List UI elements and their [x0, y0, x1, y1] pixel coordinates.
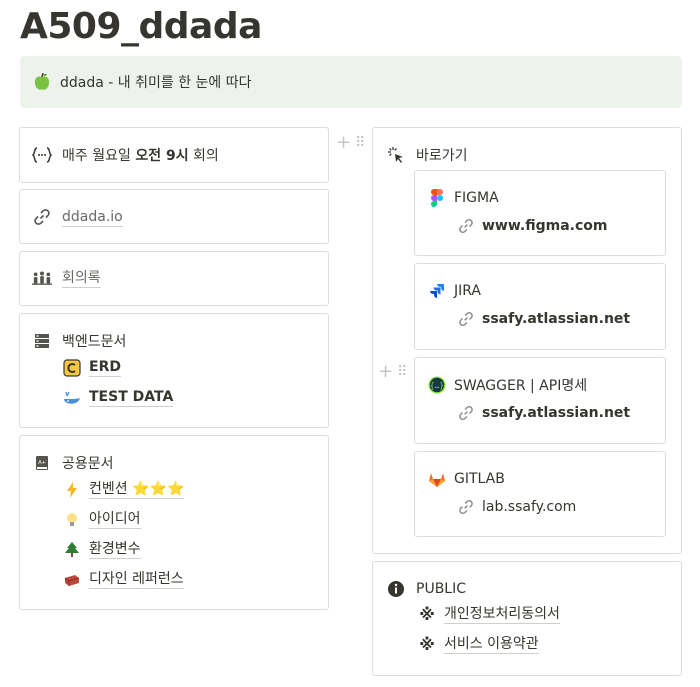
gitlab-url[interactable]: lab.ssafy.com: [482, 499, 576, 515]
svg-text:A+: A+: [38, 460, 46, 466]
drag-dots-icon[interactable]: ⠿: [397, 364, 407, 380]
terms-link[interactable]: 서비스 이용약관: [444, 635, 539, 654]
info-icon: [386, 579, 406, 599]
book-icon: A+: [32, 453, 52, 473]
erd-icon: [63, 358, 81, 377]
minutes-link[interactable]: 회의록: [62, 269, 101, 288]
callout-text: ddada - 내 취미를 한 눈에 따다: [60, 75, 252, 91]
jira-card[interactable]: [414, 263, 666, 350]
swagger-name: SWAGGER | API명세: [454, 378, 588, 394]
link-icon: [458, 499, 474, 515]
swagger-url-row[interactable]: ssafy.atlassian.net: [458, 405, 630, 421]
backend-item-erd[interactable]: ERD: [63, 358, 121, 377]
jira-title-row: JIRA: [428, 281, 481, 301]
gitlab-name: GITLAB: [454, 471, 505, 487]
public-item-terms[interactable]: ※ 서비스 이용약관: [418, 635, 539, 654]
erd-link[interactable]: ERD: [89, 358, 121, 377]
link-icon: [458, 405, 474, 421]
backend-header: 백엔드문서: [32, 331, 126, 351]
plus-icon[interactable]: +: [378, 361, 393, 382]
shared-item-convention[interactable]: 컨벤션 ⭐⭐⭐: [63, 480, 185, 499]
figma-card[interactable]: [414, 170, 666, 256]
shared-item-env[interactable]: 환경변수: [63, 540, 141, 559]
swagger-card[interactable]: [414, 357, 666, 444]
swagger-url[interactable]: ssafy.atlassian.net: [482, 405, 630, 421]
whale-icon: [63, 389, 81, 407]
shortcuts-title: 바로가기: [416, 148, 468, 164]
link-icon: [458, 218, 474, 234]
swagger-icon: {…}: [428, 375, 446, 395]
link-icon: [458, 311, 474, 327]
meeting-time: 오전 9시: [135, 148, 189, 164]
shared-header: A+ 공용문서: [32, 453, 114, 473]
page-title: A509_ddada: [20, 6, 262, 47]
meeting-row: 매주 월요일 오전 9시 회의: [32, 145, 219, 165]
public-item-privacy[interactable]: ※ 개인정보처리동의서: [418, 605, 560, 624]
shared-item-idea[interactable]: 아이디어: [63, 510, 141, 529]
idea-link[interactable]: 아이디어: [89, 510, 141, 529]
minutes-row[interactable]: 회의록: [32, 268, 101, 288]
reference-mark-icon: ※: [419, 635, 435, 654]
backend-item-testdata[interactable]: TEST DATA: [63, 388, 174, 407]
drag-dots-icon[interactable]: ⠿: [355, 135, 365, 151]
gitlab-icon: [428, 469, 446, 489]
jira-icon: [428, 281, 446, 301]
site-link[interactable]: ddada.io: [62, 208, 123, 227]
figma-url[interactable]: www.figma.com: [482, 218, 607, 234]
jira-url[interactable]: ssafy.atlassian.net: [482, 311, 630, 327]
gitlab-card[interactable]: [414, 451, 666, 537]
code-braces-icon: [32, 145, 52, 165]
convention-link[interactable]: 컨벤션 ⭐⭐⭐: [89, 480, 185, 499]
shared-title: 공용문서: [62, 456, 114, 472]
jira-name: JIRA: [454, 283, 481, 299]
plus-icon[interactable]: +: [336, 132, 351, 153]
backend-title: 백엔드문서: [62, 334, 127, 350]
figma-url-row[interactable]: www.figma.com: [458, 218, 607, 234]
public-title: PUBLIC: [416, 581, 466, 597]
people-icon: [32, 268, 52, 288]
gitlab-title-row: GITLAB: [428, 469, 505, 489]
column-drag-handle[interactable]: + ⠿: [336, 132, 365, 153]
env-link[interactable]: 환경변수: [89, 540, 141, 559]
brick-icon: [63, 571, 81, 589]
figma-icon: [428, 188, 446, 208]
meeting-prefix: 매주 월요일: [62, 148, 136, 164]
testdata-link[interactable]: TEST DATA: [89, 388, 174, 407]
reference-mark-icon: ※: [419, 605, 435, 624]
figma-title-row: FIGMA: [428, 188, 499, 208]
meeting-suffix: 회의: [188, 148, 219, 164]
svg-text:{…}: {…}: [430, 381, 444, 390]
shared-item-design[interactable]: 디자인 레퍼런스: [63, 570, 184, 589]
privacy-link[interactable]: 개인정보처리동의서: [444, 605, 560, 624]
design-link[interactable]: 디자인 레퍼런스: [89, 570, 184, 589]
server-icon: [32, 331, 52, 351]
swagger-title-row: {…} SWAGGER | API명세: [428, 375, 587, 395]
jira-url-row[interactable]: ssafy.atlassian.net: [458, 311, 630, 327]
figma-name: FIGMA: [454, 190, 499, 206]
gitlab-url-row[interactable]: lab.ssafy.com: [458, 499, 576, 515]
lightning-icon: [63, 481, 81, 499]
shortcuts-header: 바로가기: [386, 145, 468, 165]
card-drag-handle[interactable]: + ⠿: [378, 361, 407, 382]
tree-icon: [63, 541, 81, 559]
site-row[interactable]: ddada.io: [32, 207, 123, 227]
cursor-click-icon: [386, 145, 406, 165]
link-icon: [32, 207, 52, 227]
green-apple-icon: [34, 73, 50, 91]
public-header: PUBLIC: [386, 579, 466, 599]
lightbulb-icon: [63, 511, 81, 529]
callout: ddada - 내 취미를 한 눈에 따다: [20, 56, 682, 108]
